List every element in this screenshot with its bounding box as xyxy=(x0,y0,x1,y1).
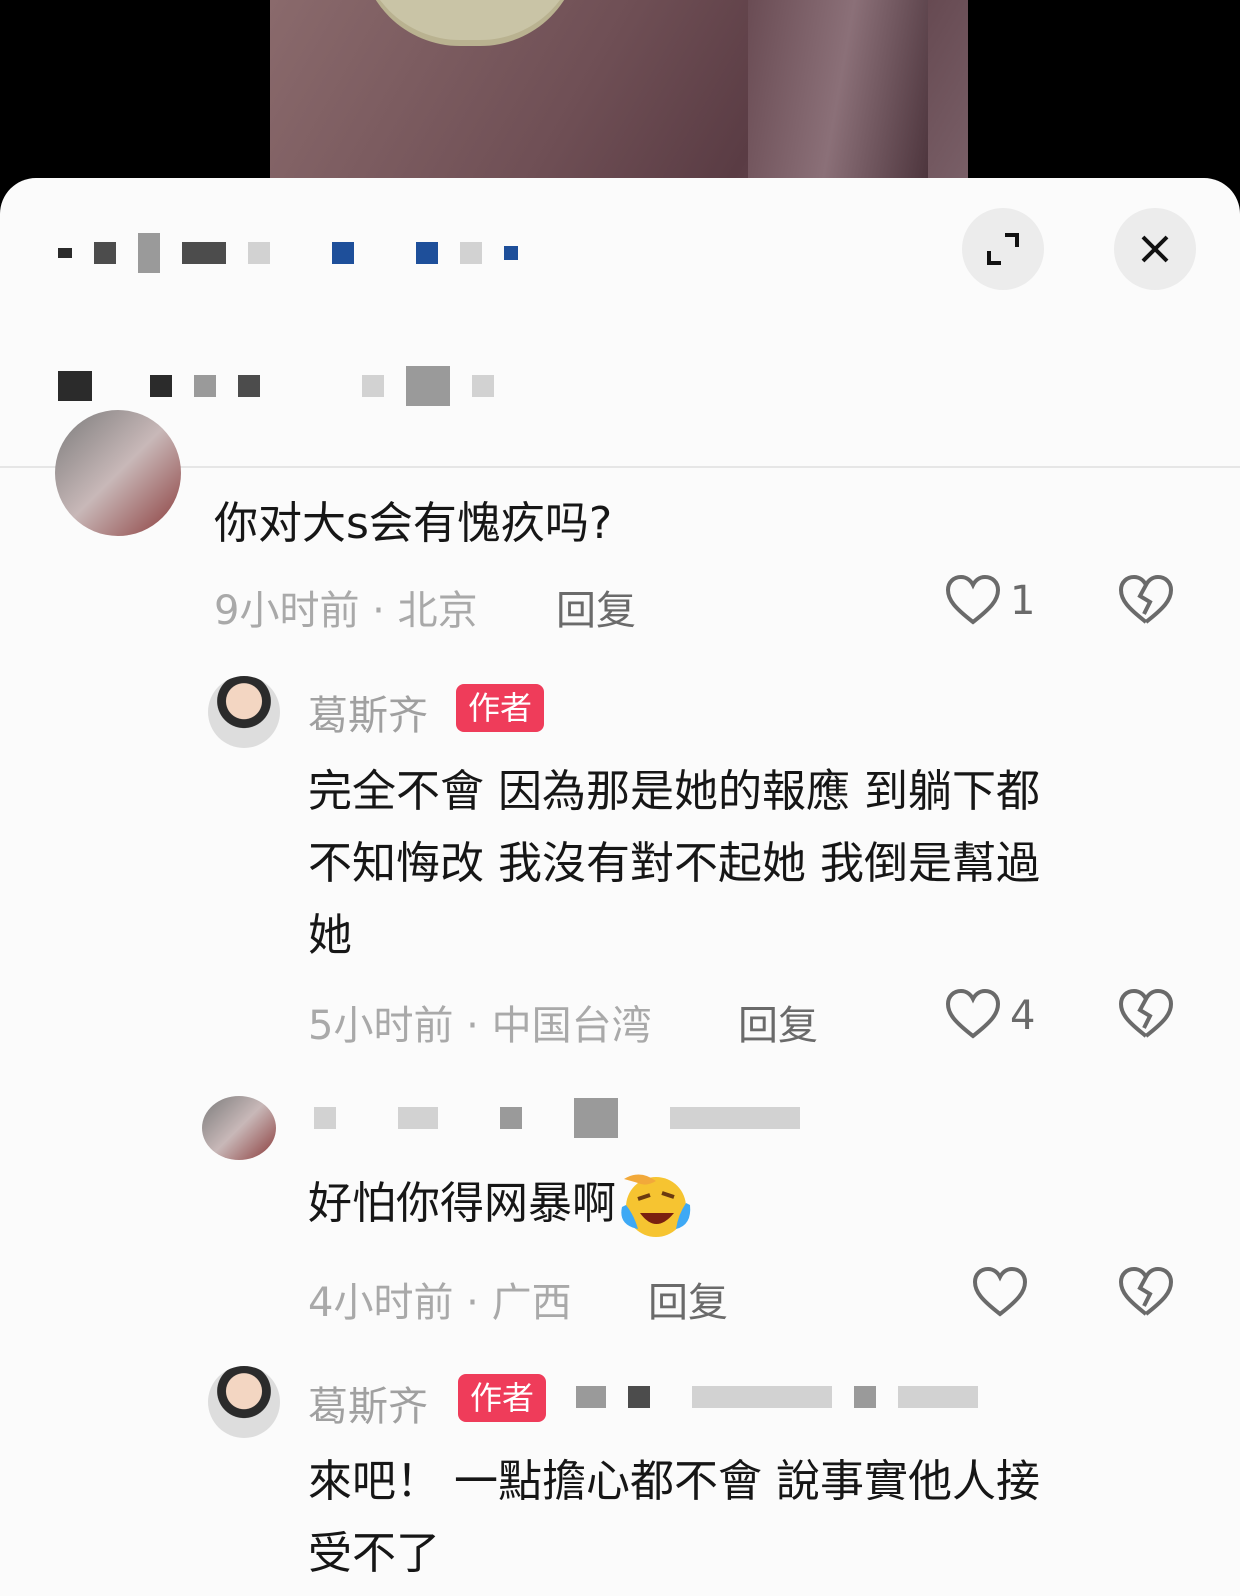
comment-line: 受不了 xyxy=(308,1528,440,1579)
like-heart-icon[interactable] xyxy=(945,988,1001,1040)
author-avatar[interactable] xyxy=(208,676,280,748)
comment-text: 來吧！ 一點擔心都不會 說事實他人接 受不了 xyxy=(308,1446,1040,1590)
video-frame xyxy=(270,0,968,190)
like-count: 1 xyxy=(1010,578,1036,624)
bowl-shape xyxy=(360,0,580,40)
table-edge-shape xyxy=(748,0,928,190)
comment-line: 不知悔改 我沒有對不起她 我倒是幫過 xyxy=(308,838,1040,889)
reply-button[interactable]: 回复 xyxy=(556,578,636,636)
video-preview[interactable] xyxy=(0,0,1240,190)
obscured-commenter-name xyxy=(314,1098,800,1138)
commenter-avatar[interactable] xyxy=(202,1096,276,1160)
like-heart-icon[interactable] xyxy=(945,574,1001,626)
dislike-broken-heart-icon[interactable] xyxy=(1118,1266,1174,1318)
comment-meta: 9小时前 · 北京 xyxy=(214,588,478,634)
dislike-broken-heart-icon[interactable] xyxy=(1118,988,1174,1040)
close-icon xyxy=(1141,235,1169,263)
expand-icon xyxy=(987,233,1019,265)
comment-text: 完全不會 因為那是她的報應 到躺下都 不知悔改 我沒有對不起她 我倒是幫過 她 xyxy=(308,756,1040,972)
obscured-tab-row xyxy=(58,366,494,406)
like-count: 4 xyxy=(1010,993,1036,1039)
header-divider xyxy=(0,466,1240,468)
author-name[interactable]: 葛斯齐 xyxy=(308,683,428,741)
close-button[interactable] xyxy=(1114,208,1196,290)
author-badge: 作者 xyxy=(456,684,545,732)
comment-text: 你对大s会有愧疚吗? xyxy=(214,498,613,549)
like-heart-icon[interactable] xyxy=(972,1266,1028,1318)
comment-meta: 4小时前 · 广西 xyxy=(308,1280,572,1326)
comment-meta: 5小时前 · 中国台湾 xyxy=(308,1003,652,1049)
comment-line: 她 xyxy=(308,910,352,961)
commenter-avatar[interactable] xyxy=(55,410,181,536)
author-avatar[interactable] xyxy=(208,1366,280,1438)
obscured-header-title xyxy=(58,233,518,273)
comment-text: 好怕你得网暴啊 xyxy=(308,1168,692,1240)
author-badge: 作者 xyxy=(458,1374,547,1422)
reply-button[interactable]: 回复 xyxy=(648,1270,728,1328)
reply-button[interactable]: 回复 xyxy=(738,993,818,1051)
obscured-reply-target xyxy=(576,1386,978,1408)
comment-line: 來吧！ 一點擔心都不會 說事實他人接 xyxy=(308,1456,1040,1507)
comment-body: 好怕你得网暴啊 xyxy=(308,1178,616,1229)
author-name[interactable]: 葛斯齐 xyxy=(308,1374,428,1432)
crying-laughing-emoji-icon xyxy=(621,1174,691,1237)
sheet-header xyxy=(0,178,1240,468)
comment-line: 完全不會 因為那是她的報應 到躺下都 xyxy=(308,766,1040,817)
dislike-broken-heart-icon[interactable] xyxy=(1118,574,1174,626)
expand-button[interactable] xyxy=(962,208,1044,290)
comments-sheet: 你对大s会有愧疚吗? 9小时前 · 北京 回复 1 葛斯齐 作者 完全不會 因為… xyxy=(0,178,1240,1596)
